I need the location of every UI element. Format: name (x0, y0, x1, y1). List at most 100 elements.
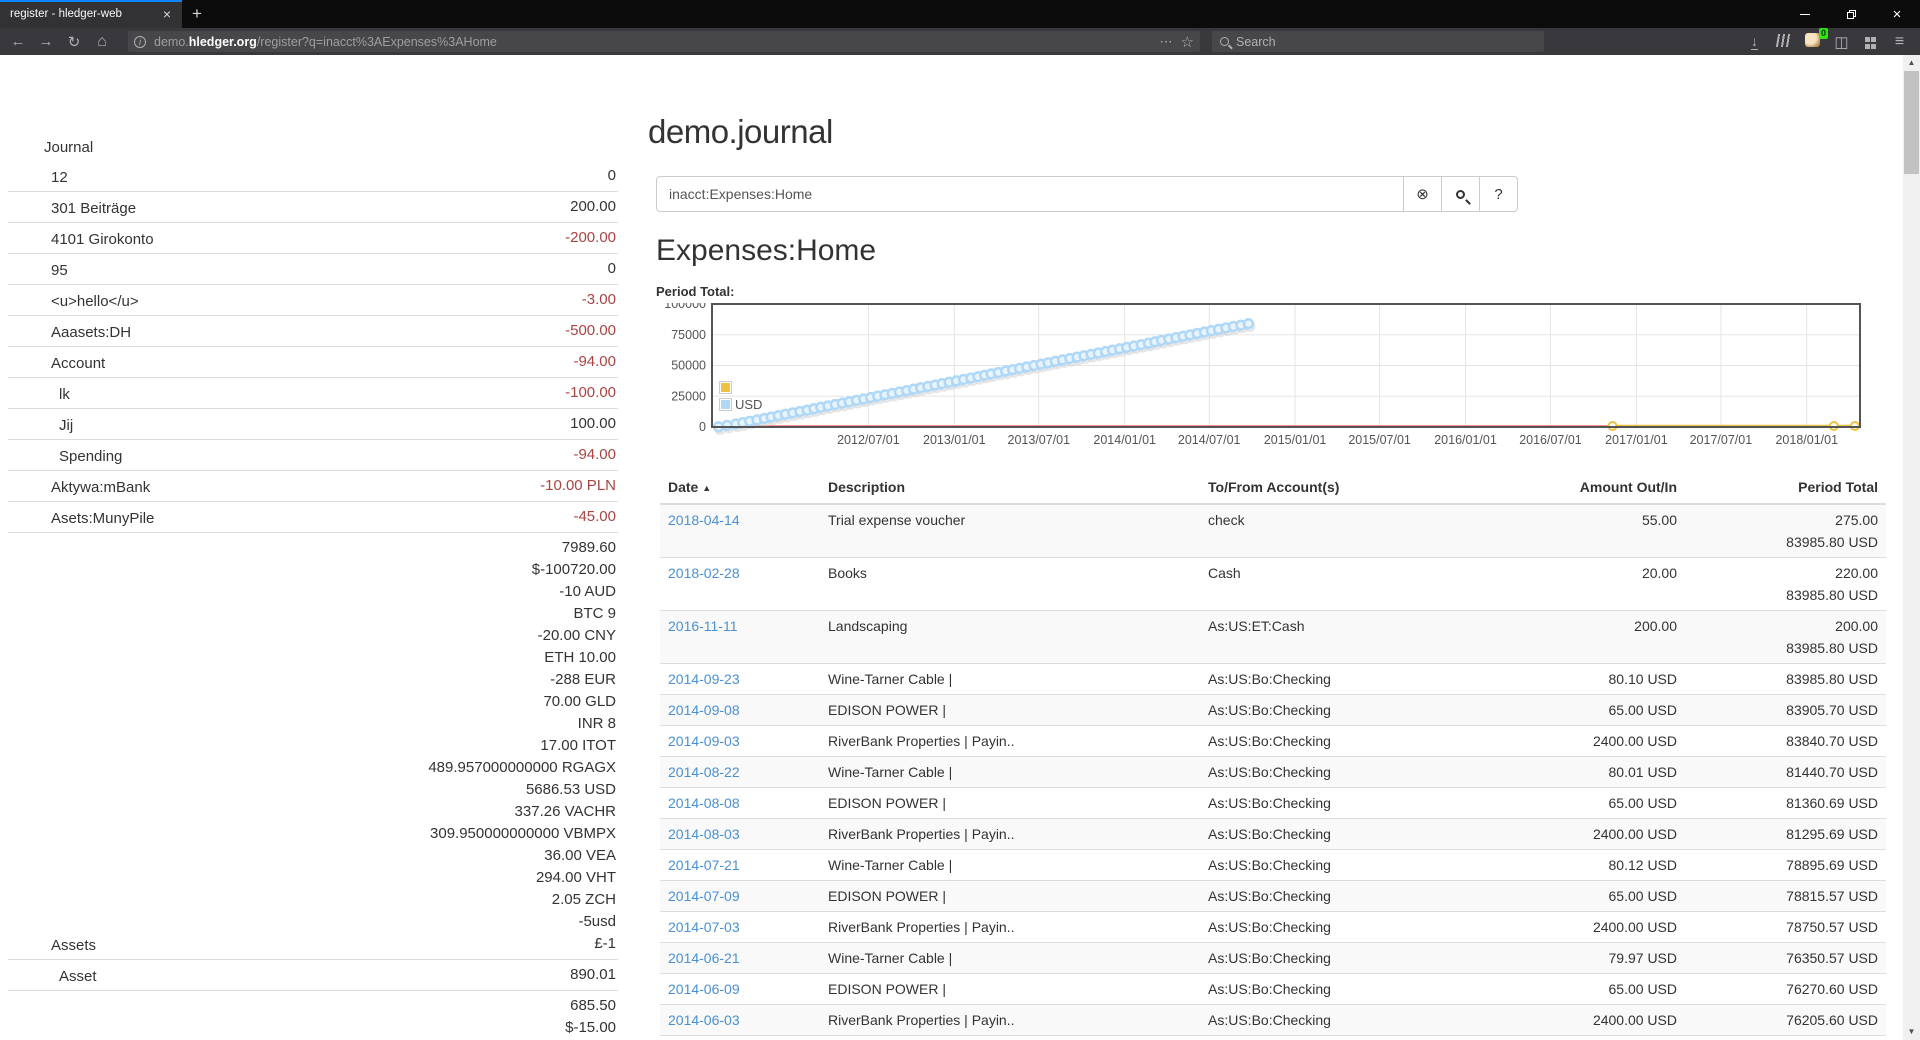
close-icon: × (1893, 7, 1902, 22)
transaction-date-link[interactable]: 2014-08-22 (668, 764, 740, 780)
query-input[interactable] (656, 176, 1404, 212)
page-actions-icon[interactable]: ⋯ (1160, 34, 1175, 50)
url-text[interactable]: demo.hledger.org/register?q=inacct%3AExp… (154, 35, 1154, 49)
table-row[interactable]: 2014-05-21Wine-Tarner Cable |As:US:Bo:Ch… (660, 1036, 1886, 1040)
table-row[interactable]: 2018-02-28BooksCash20.00220.0083985.80 U… (660, 558, 1886, 611)
table-row[interactable]: 2014-07-03RiverBank Properties | Payin..… (660, 912, 1886, 943)
transaction-date-link[interactable]: 2014-08-08 (668, 795, 740, 811)
site-info-icon[interactable]: i (134, 36, 146, 48)
home-icon[interactable]: ⌂ (88, 33, 116, 51)
transaction-date-link[interactable]: 2014-09-23 (668, 671, 740, 687)
sort-caret-icon: ▲ (702, 483, 711, 493)
sidebar-account-row: 301 Beiträge 200.00 (8, 191, 618, 222)
url-path: /register?q=inacct%3AExpenses%3AHome (257, 35, 497, 49)
account-link[interactable]: <u>hello</u> (8, 293, 139, 311)
balance-amount: 489.957000000000 RGAGX (428, 757, 616, 779)
browser-tab[interactable]: register - hledger-web × (0, 0, 182, 28)
table-row[interactable]: 2014-08-22Wine-Tarner Cable |As:US:Bo:Ch… (660, 757, 1886, 788)
table-row[interactable]: 2016-11-11LandscapingAs:US:ET:Cash200.00… (660, 611, 1886, 664)
forward-icon[interactable]: → (32, 33, 60, 50)
col-header-description[interactable]: Description (820, 471, 1200, 504)
table-row[interactable]: 2014-08-08EDISON POWER |As:US:Bo:Checkin… (660, 788, 1886, 819)
account-link[interactable]: Account (8, 355, 105, 373)
period-total-cell: 81295.69 USD (1685, 819, 1886, 850)
new-tab-button[interactable]: + (182, 0, 212, 28)
account-link[interactable]: Asset (8, 968, 97, 986)
transaction-date-link[interactable]: 2014-07-09 (668, 888, 740, 904)
account-link[interactable]: lk (8, 386, 70, 404)
account-link[interactable]: 4101 Girokonto (8, 231, 154, 249)
table-row[interactable]: 2014-07-09EDISON POWER |As:US:Bo:Checkin… (660, 881, 1886, 912)
col-header-date[interactable]: Date ▲ (660, 471, 820, 504)
transaction-date-link[interactable]: 2014-06-21 (668, 950, 740, 966)
scroll-down-arrow[interactable]: ▼ (1903, 1024, 1920, 1040)
table-row[interactable]: 2014-06-21Wine-Tarner Cable |As:US:Bo:Ch… (660, 943, 1886, 974)
table-row[interactable]: 2014-06-09EDISON POWER |As:US:Bo:Checkin… (660, 974, 1886, 1005)
tab-close-icon[interactable]: × (160, 7, 174, 21)
svg-text:50000: 50000 (671, 359, 706, 373)
svg-text:2014/01/01: 2014/01/01 (1093, 433, 1156, 447)
minimize-button[interactable] (1782, 0, 1828, 28)
legend-entry (719, 379, 762, 396)
table-row[interactable]: 2014-09-23Wine-Tarner Cable |As:US:Bo:Ch… (660, 664, 1886, 695)
table-row[interactable]: 2014-09-08EDISON POWER |As:US:Bo:Checkin… (660, 695, 1886, 726)
library-icon[interactable] (1769, 34, 1798, 50)
transaction-date-link[interactable]: 2014-06-09 (668, 981, 740, 997)
table-row[interactable]: 2014-06-03RiverBank Properties | Payin..… (660, 1005, 1886, 1036)
url-bar[interactable]: i demo.hledger.org/register?q=inacct%3AE… (128, 31, 1200, 52)
col-header-amount[interactable]: Amount Out/In (1500, 471, 1685, 504)
extension-icon[interactable]: 0 (1798, 33, 1827, 50)
sidebar-journal-row[interactable]: Journal (8, 135, 618, 161)
table-row[interactable]: 2014-07-21Wine-Tarner Cable |As:US:Bo:Ch… (660, 850, 1886, 881)
transaction-date-link[interactable]: 2014-09-03 (668, 733, 740, 749)
transaction-date-link[interactable]: 2014-07-21 (668, 857, 740, 873)
menu-hamburger-icon[interactable]: ≡ (1885, 33, 1914, 51)
back-icon[interactable]: ← (4, 33, 32, 50)
svg-text:100000: 100000 (664, 303, 706, 311)
account-link[interactable]: 95 (8, 262, 68, 280)
transaction-date-link[interactable]: 2016-11-11 (668, 618, 738, 634)
transaction-date-link[interactable]: 2014-06-03 (668, 1012, 740, 1028)
account-link[interactable]: Aktywa:mBank (8, 479, 150, 497)
clear-query-button[interactable]: ⊗ (1404, 176, 1442, 212)
journal-link[interactable]: Journal (8, 139, 93, 157)
col-header-account[interactable]: To/From Account(s) (1200, 471, 1500, 504)
table-row[interactable]: 2018-04-14Trial expense vouchercheck55.0… (660, 504, 1886, 558)
balance-amount: -45.00 (573, 506, 616, 528)
chart-canvas[interactable]: 02500050000750001000002012/07/012013/01/… (656, 303, 1866, 449)
bookmark-star-icon[interactable]: ☆ (1181, 33, 1194, 51)
account-link[interactable]: Jij (8, 417, 73, 435)
table-row[interactable]: 2014-09-03RiverBank Properties | Payin..… (660, 726, 1886, 757)
table-row[interactable]: 2014-08-03RiverBank Properties | Payin..… (660, 819, 1886, 850)
scrollbar-thumb[interactable] (1904, 71, 1919, 174)
account-link[interactable]: Assets (8, 937, 96, 955)
scroll-up-arrow[interactable]: ▲ (1903, 55, 1920, 71)
balance-amount: 36.00 VEA (428, 845, 616, 867)
description-cell: Books (820, 558, 1200, 611)
page-scrollbar[interactable]: ▲ ▼ (1903, 55, 1920, 1040)
downloads-icon[interactable]: ↓ (1740, 33, 1769, 50)
period-total-cell: 76205.60 USD (1685, 1005, 1886, 1036)
browser-search-bar[interactable]: Search (1212, 31, 1544, 52)
transaction-date-link[interactable]: 2018-04-14 (668, 512, 740, 528)
amount-cell: 2400.00 USD (1500, 726, 1685, 757)
account-balance: 100.00 (570, 413, 616, 435)
account-link[interactable]: 12 (8, 169, 68, 187)
col-header-period-total[interactable]: Period Total (1685, 471, 1886, 504)
transaction-date-link[interactable]: 2014-08-03 (668, 826, 740, 842)
transaction-date-link[interactable]: 2014-07-03 (668, 919, 740, 935)
account-link[interactable]: Asets:MunyPile (8, 510, 154, 528)
search-button[interactable] (1442, 176, 1480, 212)
close-button[interactable]: × (1874, 0, 1920, 28)
account-link[interactable]: Aaasets:DH (8, 324, 131, 342)
account-link[interactable]: Spending (8, 448, 122, 466)
account-link[interactable]: 301 Beiträge (8, 200, 136, 218)
transaction-date-link[interactable]: 2014-09-08 (668, 702, 740, 718)
restore-button[interactable] (1828, 0, 1874, 28)
apps-grid-icon[interactable] (1856, 34, 1885, 50)
reload-icon[interactable]: ↻ (60, 33, 88, 51)
sidebar-toggle-icon[interactable]: ◫ (1827, 33, 1856, 51)
help-button[interactable]: ? (1480, 176, 1518, 212)
account-balance: 200.00 (570, 196, 616, 218)
transaction-date-link[interactable]: 2018-02-28 (668, 565, 740, 581)
